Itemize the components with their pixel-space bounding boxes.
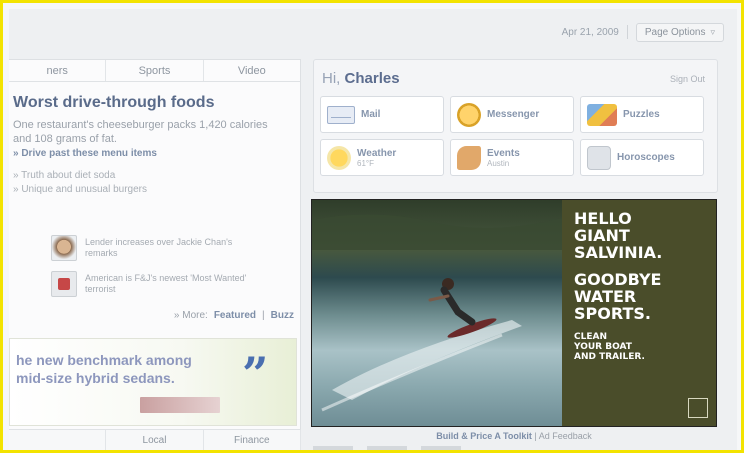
ad-headline: he new benchmark among mid-size hybrid s… [16, 351, 192, 387]
ad-line: SPORTS. [574, 304, 651, 323]
ad-message-panel: HELLO GIANT SALVINIA. GOODBYE WATER SPOR… [562, 200, 716, 426]
messenger-icon [457, 102, 481, 127]
story-thumbnail [51, 271, 77, 297]
puzzle-icon [587, 103, 617, 126]
horoscopes-icon [587, 145, 611, 170]
tile-label: Puzzles [623, 109, 660, 120]
story-text: American is F&J's newest 'Most Wanted' t… [85, 273, 247, 294]
messenger-tile[interactable]: Messenger [450, 96, 574, 133]
ad-small-text: CLEAN YOUR BOAT AND TRAILER. [574, 332, 706, 362]
horoscopes-tile[interactable]: Horoscopes [580, 139, 704, 176]
feature-headline[interactable]: Worst drive-through foods [13, 94, 214, 112]
feature-main-link[interactable]: » Drive past these menu items [13, 148, 157, 159]
weather-tile[interactable]: Weather 61°F [320, 139, 444, 176]
tile-label: Horoscopes [617, 152, 675, 163]
ad-links: Build & Price A Toolkit | Ad Feedback [311, 431, 717, 441]
tab-sports[interactable]: Sports [106, 60, 204, 81]
ad-feedback-link[interactable]: Ad Feedback [539, 431, 592, 441]
greeting-prefix: Hi, [322, 70, 341, 87]
quote-mark-icon: ” [242, 347, 269, 401]
story-text: Lender increases over Jackie Chan's rema… [85, 237, 233, 258]
build-price-link[interactable]: Build & Price A Toolkit [436, 431, 532, 441]
tile-label: Messenger [487, 109, 540, 120]
advertiser-logo [140, 397, 220, 413]
tab-local[interactable]: Local [106, 430, 204, 450]
list-item[interactable]: Lender increases over Jackie Chan's rema… [51, 232, 266, 264]
tile-label-group: Events Austin [487, 148, 520, 168]
ad-line: SALVINIA. [574, 243, 663, 262]
more-label: » More: [173, 310, 208, 321]
featured-link[interactable]: Featured [214, 310, 256, 321]
feature-link-1[interactable]: » Truth about diet soda [13, 170, 115, 181]
greeting: Hi, Charles [322, 70, 400, 87]
divider [626, 25, 628, 39]
tab-blank[interactable] [9, 430, 107, 450]
story-thumbnail [51, 235, 77, 261]
date-label: Apr 21, 2009 [561, 26, 619, 38]
buzz-link[interactable]: Buzz [271, 310, 294, 321]
service-tiles: Mail Messenger Puzzles Weather 61°F Even… [320, 96, 710, 176]
tab-finance[interactable]: Finance [204, 430, 301, 450]
feature-story: One restaurant's cheeseburger packs 1,42… [13, 119, 268, 145]
ad-logo-box [688, 398, 708, 418]
ad-line-2: mid-size hybrid sedans. [16, 370, 175, 386]
tile-sublabel: Austin [487, 158, 510, 168]
ad-line: WATER [574, 287, 637, 306]
list-item[interactable]: American is F&J's newest 'Most Wanted' t… [51, 268, 266, 300]
tab-video[interactable]: Video [204, 60, 300, 81]
divider: | [262, 310, 265, 321]
ad-small-line: CLEAN [574, 332, 607, 342]
ad-small-line: YOUR BOAT [574, 342, 632, 352]
tile-label: Events [487, 147, 520, 159]
water-skier-illustration [312, 214, 562, 412]
sedan-ad[interactable]: he new benchmark among mid-size hybrid s… [9, 338, 297, 426]
page-options-button[interactable]: Page Options ▿ [635, 22, 724, 42]
weather-icon [327, 145, 351, 170]
water-skier-photo [312, 200, 562, 426]
tile-label-group: Weather 61°F [357, 148, 396, 168]
tile-label: Weather [357, 147, 397, 159]
news-tabs: ners Sports Video [9, 60, 300, 82]
personal-box: Hi, Charles Sign Out Mail Messenger Puzz… [313, 59, 718, 193]
tile-label: Mail [361, 109, 381, 120]
top-bar: Apr 21, 2009 Page Options ▿ [9, 19, 724, 45]
ad-line: GIANT [574, 226, 630, 245]
events-tile[interactable]: Events Austin [450, 139, 574, 176]
tab-peek[interactable] [421, 446, 461, 450]
user-name: Charles [344, 70, 400, 87]
news-module: ners Sports Video Worst drive-through fo… [9, 59, 301, 431]
lower-tabs-peek [313, 446, 533, 450]
mail-tile[interactable]: Mail [320, 96, 444, 133]
feature-link-2[interactable]: » Unique and unusual burgers [13, 184, 147, 195]
tab-peek[interactable] [313, 446, 353, 450]
ad-line: HELLO [574, 209, 632, 228]
page-options-label: Page Options [644, 26, 706, 38]
ad-line-1: he new benchmark among [16, 352, 192, 368]
tab-peek[interactable] [367, 446, 407, 450]
bottom-tabs: Local Finance [9, 429, 301, 450]
more-links: » More: Featured | Buzz [174, 310, 294, 321]
tile-sublabel: 61°F [357, 158, 374, 168]
salvinia-ad[interactable]: HELLO GIANT SALVINIA. GOODBYE WATER SPOR… [311, 199, 717, 427]
chevron-down-icon: ▿ [710, 26, 715, 37]
events-icon [457, 145, 481, 170]
page-viewport: Apr 21, 2009 Page Options ▿ ners Sports … [9, 9, 737, 450]
screen-frame: Apr 21, 2009 Page Options ▿ ners Sports … [0, 0, 744, 453]
puzzles-tile[interactable]: Puzzles [580, 96, 704, 133]
ad-line: GOODBYE [574, 270, 662, 289]
mail-icon [327, 105, 355, 124]
ad-small-line: AND TRAILER. [574, 352, 645, 362]
tab-banners[interactable]: ners [9, 60, 107, 81]
sign-out-link[interactable]: Sign Out [670, 74, 705, 84]
